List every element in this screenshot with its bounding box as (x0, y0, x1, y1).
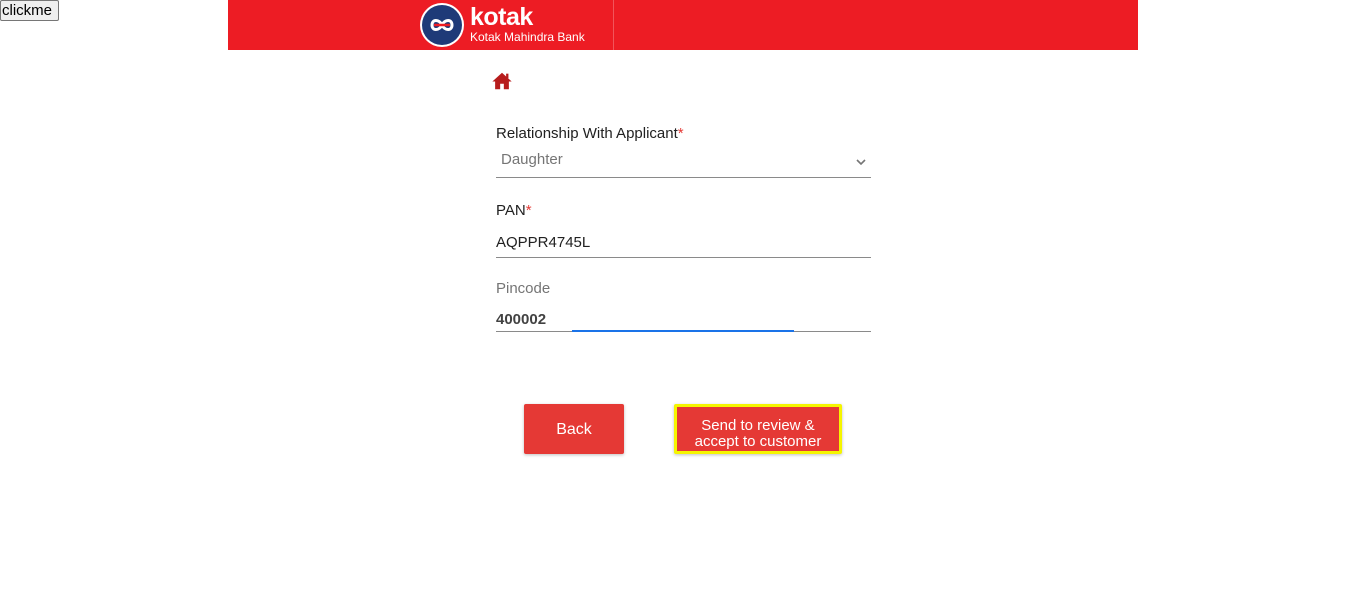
header-divider (613, 0, 614, 50)
pan-input[interactable]: AQPPR4745L (496, 234, 871, 251)
relationship-label-text: Relationship With Applicant (496, 125, 678, 142)
relationship-underline (496, 177, 871, 178)
send-to-review-button[interactable]: Send to review & accept to customer (674, 404, 842, 454)
brand-subtitle: Kotak Mahindra Bank (470, 30, 585, 44)
back-button[interactable]: Back (524, 404, 624, 454)
home-icon[interactable] (491, 70, 513, 92)
brand-name: kotak (470, 3, 533, 31)
clickme-button[interactable]: clickme (0, 0, 59, 21)
relationship-label: Relationship With Applicant* (496, 125, 684, 142)
required-mark: * (525, 202, 532, 219)
pincode-focus-indicator (572, 330, 794, 332)
relationship-select[interactable]: Daughter (496, 149, 871, 177)
header-bar: kotak Kotak Mahindra Bank (228, 0, 1138, 50)
kotak-logo[interactable]: kotak Kotak Mahindra Bank (420, 3, 600, 47)
kotak-logo-icon (420, 3, 464, 47)
pan-underline (496, 257, 871, 258)
page: clickme kotak Kotak Mahindra Bank Relati… (0, 0, 1366, 612)
pincode-input[interactable]: 400002 (496, 311, 871, 328)
pan-label-text: PAN (496, 202, 526, 219)
chevron-down-icon (854, 155, 868, 169)
relationship-value: Daughter (501, 151, 563, 168)
pincode-label: Pincode (496, 280, 551, 297)
pan-label: PAN* (496, 202, 532, 219)
required-mark: * (677, 125, 684, 142)
